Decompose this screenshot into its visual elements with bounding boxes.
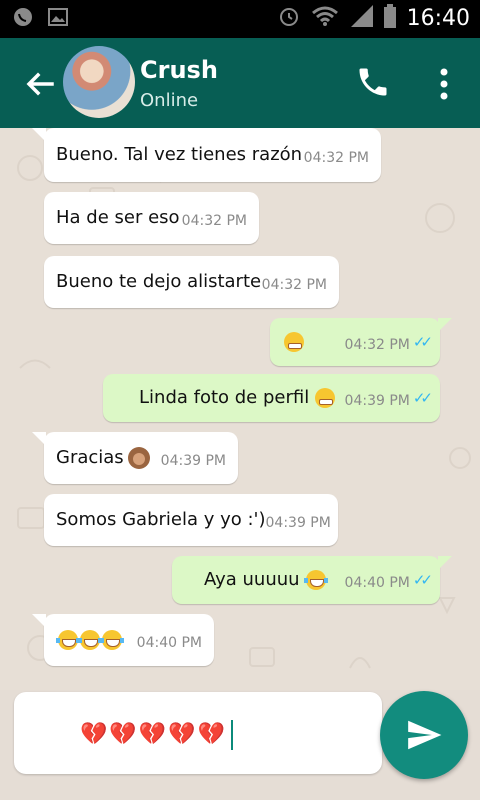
text-caret	[230, 720, 233, 750]
message-time: 04:32 PM	[181, 213, 247, 229]
phone-icon[interactable]	[355, 64, 391, 100]
message-time: 04:40 PM	[344, 575, 410, 591]
message-text: Somos Gabriela y yo :')	[56, 509, 266, 530]
message-bubble-outgoing[interactable]: 04:32 PM ✓✓	[270, 318, 452, 366]
message-bubble-incoming[interactable]: Bueno. Tal vez tienes razón 04:32 PM	[32, 128, 381, 182]
contact-status: Online	[140, 90, 199, 111]
tears-of-joy-emoji-icon	[303, 570, 328, 590]
message-time: 04:39 PM	[160, 453, 226, 469]
message-list[interactable]: Bueno. Tal vez tienes razón 04:32 PM Ha …	[0, 128, 480, 690]
message-text: Gracias	[56, 447, 124, 468]
message-text: Bueno. Tal vez tienes razón	[56, 144, 303, 165]
battery-icon	[383, 4, 397, 32]
read-receipt-icon: ✓✓	[412, 333, 433, 351]
status-time: 16:40	[406, 5, 470, 31]
gallery-icon	[48, 8, 68, 30]
message-bubble-incoming[interactable]: 04:40 PM	[32, 614, 214, 666]
message-bubble-incoming[interactable]: Ha de ser eso 04:32 PM	[44, 192, 259, 244]
grimacing-emoji-icon	[315, 388, 336, 408]
tears-of-joy-emoji-icon	[78, 630, 102, 650]
status-bar: 16:40	[0, 0, 480, 38]
message-text: Ha de ser eso	[56, 207, 180, 228]
signal-icon	[349, 5, 373, 31]
message-bubble-outgoing[interactable]: Linda foto de perfil 04:39 PM ✓✓	[103, 374, 440, 422]
message-time: 04:32 PM	[344, 337, 410, 353]
input-text: 💔💔💔💔💔	[80, 722, 227, 747]
message-time: 04:39 PM	[344, 393, 410, 409]
message-text: Linda foto de perfil	[139, 387, 310, 408]
send-button[interactable]	[380, 691, 468, 779]
message-time: 04:39 PM	[265, 515, 331, 531]
more-vert-icon[interactable]	[432, 66, 456, 102]
grimacing-emoji-icon	[284, 332, 304, 352]
message-bubble-outgoing[interactable]: Aya uuuuu 04:40 PM ✓✓	[172, 556, 452, 604]
see-no-evil-monkey-emoji-icon	[127, 447, 150, 469]
message-time: 04:32 PM	[261, 277, 327, 293]
chat-header: Crush Online	[0, 38, 480, 128]
contact-name[interactable]: Crush	[140, 56, 218, 84]
read-receipt-icon: ✓✓	[412, 571, 433, 589]
message-bubble-incoming[interactable]: Bueno te dejo alistarte 04:32 PM	[44, 256, 339, 308]
wifi-icon	[311, 5, 339, 31]
message-text: Aya uuuuu	[204, 569, 300, 590]
read-receipt-icon: ✓✓	[412, 389, 433, 407]
back-arrow-icon[interactable]	[22, 66, 58, 102]
message-text: Bueno te dejo alistarte	[56, 271, 262, 292]
message-time: 04:40 PM	[136, 635, 202, 651]
message-bubble-incoming[interactable]: Gracias 04:39 PM	[32, 432, 238, 484]
tears-of-joy-emoji-icon	[56, 630, 80, 650]
send-icon	[408, 720, 442, 750]
avatar[interactable]	[63, 46, 135, 118]
message-bubble-incoming[interactable]: Somos Gabriela y yo :') 04:39 PM	[44, 494, 338, 546]
message-input-value[interactable]: 💔💔💔💔💔	[80, 720, 233, 750]
message-time: 04:32 PM	[303, 150, 369, 166]
tears-of-joy-emoji-icon	[100, 630, 124, 650]
whatsapp-notification-icon	[12, 6, 34, 32]
message-input[interactable]: 💔💔💔💔💔	[14, 692, 382, 774]
alarm-icon	[277, 4, 301, 32]
